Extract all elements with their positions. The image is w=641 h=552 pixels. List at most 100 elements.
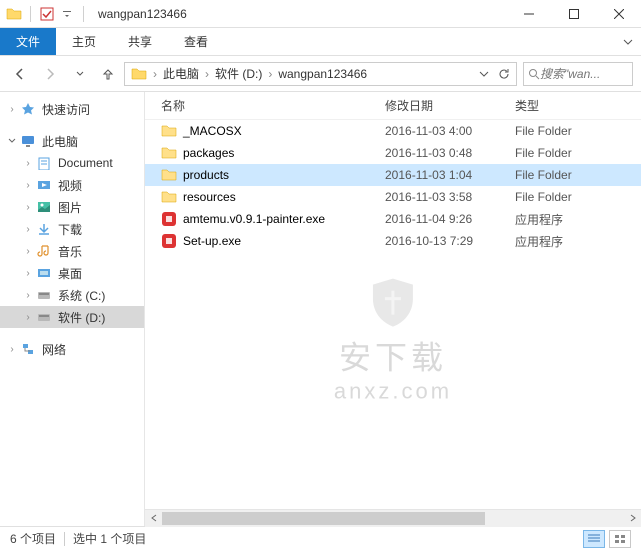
maximize-button[interactable] <box>551 0 596 28</box>
expand-icon[interactable]: › <box>6 104 18 115</box>
scroll-thumb[interactable] <box>162 512 485 525</box>
folder-icon <box>161 123 177 139</box>
expand-icon[interactable]: › <box>22 290 34 301</box>
sidebar-network[interactable]: › 网络 <box>0 338 144 360</box>
ribbon: 文件 主页 共享 查看 <box>0 28 641 56</box>
view-icons-button[interactable] <box>609 530 631 548</box>
file-row[interactable]: resources 2016-11-03 3:58 File Folder <box>145 186 641 208</box>
column-type[interactable]: 类型 <box>515 97 641 114</box>
sidebar-quick-access[interactable]: › 快速访问 <box>0 98 144 120</box>
network-icon <box>20 341 36 357</box>
item-icon <box>36 309 52 325</box>
star-icon <box>20 101 36 117</box>
ribbon-tab-view[interactable]: 查看 <box>168 28 224 55</box>
navbar: › 此电脑 › 软件 (D:) › wangpan123466 <box>0 56 641 92</box>
folder-icon <box>161 189 177 205</box>
breadcrumb-segment[interactable]: 软件 (D:) <box>211 63 266 85</box>
search-box[interactable] <box>523 62 633 86</box>
file-list-pane: 名称 修改日期 类型 安下载 anxz.com _MACOSX 2016-11-… <box>145 92 641 526</box>
sidebar: › 快速访问 此电脑 › Document › 视频 › 图片 › 下载 › <box>0 92 145 526</box>
chevron-right-icon[interactable]: › <box>203 67 211 81</box>
folder-icon <box>6 6 22 22</box>
status-item-count: 6 个项目 <box>10 530 56 547</box>
sidebar-item[interactable]: › 软件 (D:) <box>0 306 144 328</box>
file-name: packages <box>183 146 234 160</box>
breadcrumb-segment[interactable]: wangpan123466 <box>274 63 371 85</box>
file-type: File Folder <box>515 124 641 138</box>
column-name[interactable]: 名称 <box>145 97 385 114</box>
file-type: 应用程序 <box>515 233 641 250</box>
close-button[interactable] <box>596 0 641 28</box>
app-icon <box>161 211 177 227</box>
sidebar-item[interactable]: › Document <box>0 152 144 174</box>
sidebar-item[interactable]: › 下载 <box>0 218 144 240</box>
file-row[interactable]: amtemu.v0.9.1-painter.exe 2016-11-04 9:2… <box>145 208 641 230</box>
file-name: _MACOSX <box>183 124 242 138</box>
minimize-button[interactable] <box>506 0 551 28</box>
folder-icon <box>161 145 177 161</box>
expand-icon[interactable]: › <box>22 224 34 235</box>
file-type: File Folder <box>515 190 641 204</box>
file-row[interactable]: _MACOSX 2016-11-03 4:00 File Folder <box>145 120 641 142</box>
sidebar-item[interactable]: › 音乐 <box>0 240 144 262</box>
chevron-right-icon[interactable]: › <box>266 67 274 81</box>
refresh-icon[interactable] <box>494 64 514 84</box>
item-icon <box>36 265 52 281</box>
sidebar-item-label: 音乐 <box>54 243 82 260</box>
item-icon <box>36 243 52 259</box>
ribbon-tab-home[interactable]: 主页 <box>56 28 112 55</box>
qat-dropdown-icon[interactable] <box>59 6 75 22</box>
scroll-right-button[interactable] <box>624 510 641 527</box>
titlebar: wangpan123466 <box>0 0 641 28</box>
horizontal-scrollbar[interactable] <box>145 509 641 526</box>
expand-icon[interactable]: › <box>22 268 34 279</box>
expand-icon[interactable]: › <box>22 202 34 213</box>
file-name: resources <box>183 190 236 204</box>
file-list[interactable]: 安下载 anxz.com _MACOSX 2016-11-03 4:00 Fil… <box>145 120 641 509</box>
sidebar-item-label: 软件 (D:) <box>54 309 105 326</box>
search-input[interactable] <box>540 67 610 81</box>
file-date: 2016-11-03 1:04 <box>385 168 515 182</box>
scroll-left-button[interactable] <box>145 510 162 527</box>
breadcrumb-segment[interactable]: 此电脑 <box>159 63 203 85</box>
file-name: Set-up.exe <box>183 234 241 248</box>
ribbon-tab-share[interactable]: 共享 <box>112 28 168 55</box>
file-row[interactable]: packages 2016-11-03 0:48 File Folder <box>145 142 641 164</box>
status-selection: 选中 1 个项目 <box>73 530 146 547</box>
qat-checkbox-icon[interactable] <box>39 6 55 22</box>
expand-icon[interactable]: › <box>22 246 34 257</box>
address-bar[interactable]: › 此电脑 › 软件 (D:) › wangpan123466 <box>124 62 517 86</box>
expand-icon[interactable]: › <box>22 180 34 191</box>
file-type: 应用程序 <box>515 211 641 228</box>
file-row[interactable]: Set-up.exe 2016-10-13 7:29 应用程序 <box>145 230 641 252</box>
file-date: 2016-11-03 4:00 <box>385 124 515 138</box>
ribbon-expand-icon[interactable] <box>623 37 633 47</box>
ribbon-tab-file[interactable]: 文件 <box>0 28 56 55</box>
window-title: wangpan123466 <box>92 7 187 21</box>
sidebar-this-pc[interactable]: 此电脑 <box>0 130 144 152</box>
nav-up-button[interactable] <box>98 64 118 84</box>
watermark: 安下载 anxz.com <box>334 276 452 404</box>
item-icon <box>36 287 52 303</box>
expand-icon[interactable]: › <box>22 312 34 323</box>
column-date[interactable]: 修改日期 <box>385 97 515 114</box>
sidebar-item[interactable]: › 视频 <box>0 174 144 196</box>
view-details-button[interactable] <box>583 530 605 548</box>
expand-icon[interactable]: › <box>22 158 34 169</box>
item-icon <box>36 199 52 215</box>
expand-icon[interactable]: › <box>6 344 18 355</box>
collapse-icon[interactable] <box>6 137 18 145</box>
file-type: File Folder <box>515 168 641 182</box>
nav-history-dropdown[interactable] <box>68 62 92 86</box>
file-date: 2016-10-13 7:29 <box>385 234 515 248</box>
sidebar-item[interactable]: › 桌面 <box>0 262 144 284</box>
nav-forward-button[interactable] <box>38 62 62 86</box>
search-icon <box>528 68 540 80</box>
item-icon <box>36 155 52 171</box>
sidebar-item[interactable]: › 系统 (C:) <box>0 284 144 306</box>
sidebar-item[interactable]: › 图片 <box>0 196 144 218</box>
file-row[interactable]: products 2016-11-03 1:04 File Folder <box>145 164 641 186</box>
address-dropdown-icon[interactable] <box>474 64 494 84</box>
chevron-right-icon[interactable]: › <box>151 67 159 81</box>
nav-back-button[interactable] <box>8 62 32 86</box>
